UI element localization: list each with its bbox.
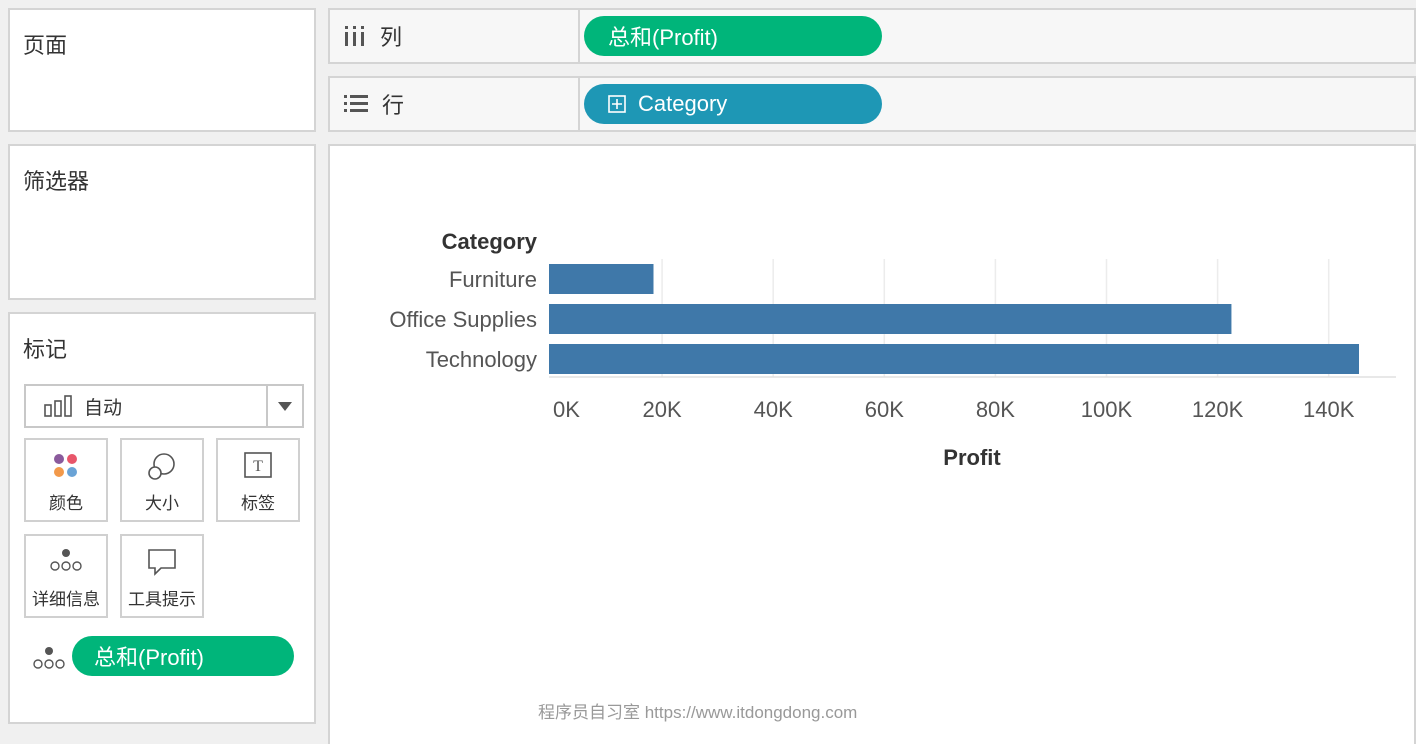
columns-shelf[interactable]: 列 总和(Profit) (328, 8, 1416, 64)
rows-shelf[interactable]: 行 Category (328, 76, 1416, 132)
svg-text:T: T (253, 458, 263, 475)
label-label: 标签 (241, 494, 275, 513)
detail-field-icon (32, 646, 66, 670)
x-tick-label: 100K (1081, 397, 1133, 422)
color-label: 颜色 (49, 494, 83, 513)
x-tick-label: 0K (553, 397, 580, 422)
rows-label: 行 (382, 93, 405, 118)
top-strip (0, 0, 1416, 4)
chart-bars (549, 264, 1360, 374)
x-axis-title[interactable]: Profit (943, 445, 1001, 470)
mark-type-dropdown[interactable]: 自动 (24, 384, 304, 428)
tooltip-button[interactable]: 工具提示 (120, 534, 204, 618)
rows-icon (344, 95, 382, 113)
columns-profit-pill[interactable]: 总和(Profit) (584, 16, 882, 56)
bar-chart: Furniture Office Supplies Technology 0K 20K… (389, 229, 1396, 470)
size-button[interactable]: 大小 (120, 438, 204, 522)
x-tick-label: 20K (643, 397, 682, 422)
x-tick-label: 80K (976, 397, 1015, 422)
chevron-down-icon[interactable] (266, 386, 302, 426)
tooltip-label: 工具提示 (128, 590, 196, 609)
category-label[interactable]: Furniture (449, 267, 537, 292)
color-icon (26, 452, 106, 480)
rows-category-label: Category (638, 91, 728, 116)
bar-furniture[interactable] (549, 264, 654, 294)
marks-profit-pill[interactable]: 总和(Profit) (72, 636, 294, 676)
rows-shelf-label: 行 (330, 78, 580, 130)
tooltip-icon (122, 548, 202, 576)
filters-panel[interactable]: 筛选器 (8, 144, 316, 300)
marks-title: 标记 (23, 337, 68, 362)
color-button[interactable]: 颜色 (24, 438, 108, 522)
pages-panel: 页面 (8, 8, 316, 132)
x-tick-label: 120K (1192, 397, 1244, 422)
bar-office-supplies[interactable] (549, 304, 1232, 334)
detail-label: 详细信息 (32, 590, 100, 609)
columns-icon (344, 26, 380, 46)
columns-label: 列 (380, 25, 403, 50)
detail-icon (26, 548, 106, 572)
filters-title: 筛选器 (23, 169, 90, 194)
detail-button[interactable]: 详细信息 (24, 534, 108, 618)
size-label: 大小 (145, 494, 179, 513)
rows-category-pill[interactable]: Category (584, 84, 882, 124)
marks-panel: 标记 自动 颜色 大小 T 标签 详细信息 工具提示 总和(Profit) (8, 312, 316, 724)
chart-category-labels: Furniture Office Supplies Technology (389, 267, 537, 372)
bar-technology[interactable] (549, 344, 1360, 374)
view-canvas[interactable]: Furniture Office Supplies Technology 0K 20K… (328, 144, 1416, 744)
category-label[interactable]: Technology (426, 347, 537, 372)
size-icon (122, 452, 202, 482)
columns-shelf-label: 列 (330, 10, 580, 62)
row-header[interactable]: Category (442, 229, 538, 254)
x-tick-label: 140K (1303, 397, 1355, 422)
watermark: 程序员自习室 https://www.itdongdong.com (538, 703, 858, 722)
x-tick-label: 40K (754, 397, 793, 422)
label-button[interactable]: T 标签 (216, 438, 300, 522)
category-label[interactable]: Office Supplies (389, 307, 537, 332)
pages-title: 页面 (23, 33, 68, 58)
x-tick-label: 60K (865, 397, 904, 422)
chart-x-ticks: 0K 20K 40K 60K 80K 100K 120K 140K (553, 397, 1355, 422)
mark-type-label: 自动 (84, 397, 123, 419)
expand-plus-icon[interactable] (608, 95, 626, 113)
text-label-icon: T (218, 452, 298, 478)
bar-chart-icon (44, 395, 74, 417)
